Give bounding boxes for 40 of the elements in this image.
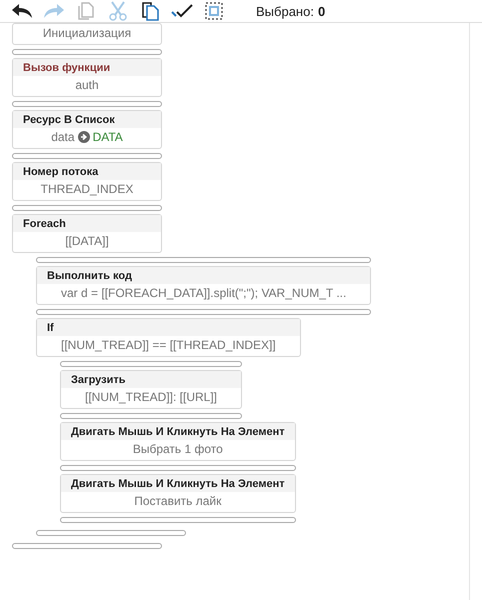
scissors-icon <box>109 1 127 21</box>
action-block[interactable]: Двигать Мышь И Кликнуть На Элемент Выбрать 1 фото <box>60 422 296 461</box>
action-block[interactable]: Двигать Мышь И Кликнуть На Элемент Поставить лайк <box>60 474 296 513</box>
block-text: [[DATA]] <box>65 234 109 248</box>
selected-label: Выбрано: <box>256 4 314 18</box>
action-block[interactable]: Выполнить код var d = [[FOREACH_DATA]].split(";"); VAR_NUM_T ... <box>36 266 372 305</box>
action-block[interactable]: Foreach [[DATA]] <box>12 214 162 253</box>
action-block[interactable]: Инициализация <box>12 23 162 45</box>
variable-text: DATA <box>92 130 123 144</box>
block-title: If <box>37 319 300 336</box>
action-block[interactable]: Вызов функции auth <box>12 58 162 97</box>
action-block[interactable]: Номер потока THREAD_INDEX <box>12 162 162 201</box>
block-title: Двигать Мышь И Кликнуть На Элемент <box>61 475 295 492</box>
block-text: THREAD_INDEX <box>40 182 134 196</box>
block-title: Номер потока <box>13 163 161 180</box>
block-title: Загрузить <box>61 371 242 388</box>
select-icon <box>205 2 223 20</box>
paste-icon <box>141 1 159 21</box>
block-text: Выбрать 1 фото <box>132 442 223 456</box>
double-check-icon <box>171 4 193 18</box>
block-text: var d = [[FOREACH_DATA]].split(";"); VAR_NUM_T ... <box>61 286 346 300</box>
copy-icon <box>78 2 94 20</box>
action-block[interactable]: If [[NUM_TREAD]] == [[THREAD_INDEX]] <box>36 318 301 357</box>
variable-text: data <box>51 130 75 144</box>
block-text: Поставить лайк <box>134 494 222 508</box>
redo-icon <box>43 3 65 19</box>
block-title: Foreach <box>13 215 161 232</box>
block-title: Выполнить код <box>37 267 370 284</box>
block-title: Вызов функции <box>13 59 161 76</box>
block-title: Двигать Мышь И Кликнуть На Элемент <box>61 423 295 440</box>
action-block[interactable]: Загрузить [[NUM_TREAD]]: [[URL]] <box>60 370 242 409</box>
block-text: [[NUM_TREAD]] == [[THREAD_INDEX]] <box>61 338 276 352</box>
block-text: Инициализация <box>42 26 132 40</box>
undo-icon <box>11 3 33 19</box>
block-title: Ресурс В Список <box>13 111 161 128</box>
arrow-right-icon <box>78 131 90 143</box>
selected-count: 0 <box>318 4 326 18</box>
block-text: auth <box>75 78 99 92</box>
block-text: [[NUM_TREAD]]: [[URL]] <box>85 390 218 404</box>
action-block[interactable]: Ресурс В Список data DATA <box>12 110 162 149</box>
